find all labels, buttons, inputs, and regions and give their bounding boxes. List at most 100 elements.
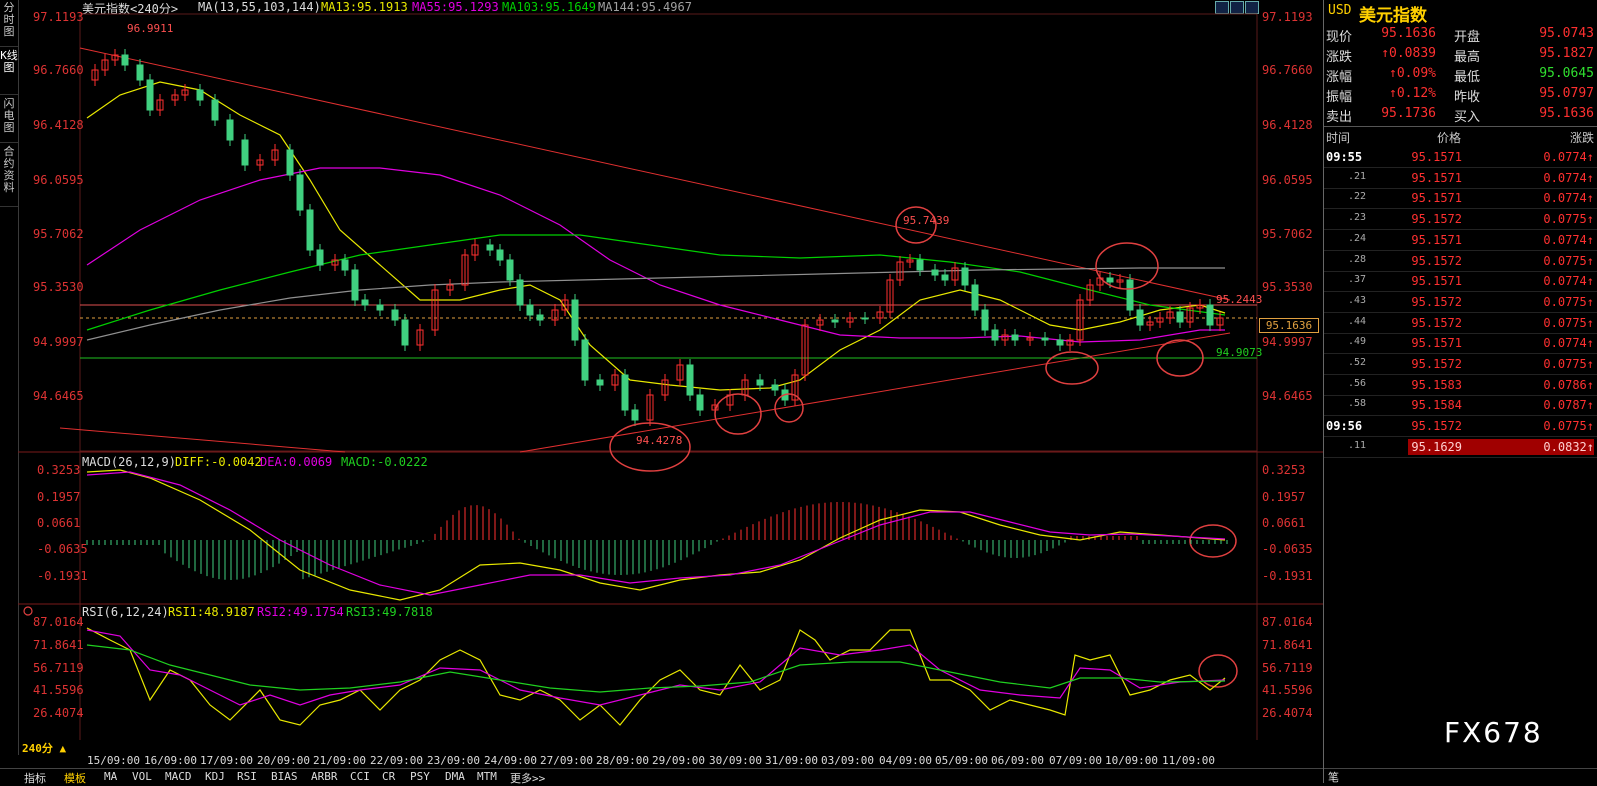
rsi1-value: RSI1:48.9187 — [168, 605, 255, 619]
tick-cell: 0.0774↑ — [1543, 232, 1594, 247]
tick-cell: 0.0774↑ — [1543, 170, 1594, 185]
indicator-tab[interactable]: MACD — [165, 770, 192, 783]
price-axis-label-right: 95.3530 — [1262, 280, 1313, 294]
price-axis-label-left: 94.9997 — [33, 335, 84, 349]
indicator-tab[interactable]: DMA — [445, 770, 465, 783]
date-label: 06/09:00 — [991, 754, 1044, 767]
candle-body — [581, 339, 589, 381]
macd-lines — [86, 469, 1226, 601]
price-axis-label-left: 97.1193 — [33, 10, 84, 24]
indicator-tab-bar: 指标 模板 MA VOL MACD KDJ RSI BIAS ARBR CCI CR PSY DMA MT… — [0, 768, 1323, 786]
date-label: 24/09:00 — [484, 754, 537, 767]
date-label: 30/09:00 — [709, 754, 762, 767]
rsi-axis-label-left: 71.8641 — [33, 638, 84, 652]
date-label: 07/09:00 — [1049, 754, 1102, 767]
quote-cell: 最低 — [1454, 70, 1481, 85]
quote-cell: 95.1636 — [1539, 106, 1594, 121]
macd-axis-label-left: 0.0661 — [37, 516, 81, 530]
quote-title: 美元指数 — [1359, 6, 1427, 26]
tick-cell: 95.1571 — [1411, 274, 1462, 289]
tick-header-price: 价格 — [1437, 131, 1462, 145]
quote-cell: 最高 — [1454, 50, 1481, 65]
candle-body — [961, 267, 969, 286]
macd-axis-label-left: -0.0635 — [37, 542, 88, 556]
downtrend-line — [79, 47, 1231, 301]
candle-body — [196, 89, 204, 101]
candle-body — [571, 299, 579, 341]
indicator-tab[interactable]: MA — [104, 770, 117, 783]
ma13-line — [86, 81, 1226, 391]
indicator-tab[interactable]: ARBR — [311, 770, 338, 783]
date-label: 11/09:00 — [1162, 754, 1215, 767]
indicator-tab[interactable]: RSI — [237, 770, 257, 783]
tab-kline[interactable]: K线图 — [0, 50, 18, 95]
macd-axis-label-left: 0.1957 — [37, 490, 81, 504]
tab-flash[interactable]: 闪电图 — [0, 98, 18, 143]
tick-cell: .23 — [1348, 212, 1367, 224]
quote-cell: 昨收 — [1454, 90, 1481, 105]
date-label: 15/09:00 — [87, 754, 140, 767]
quote-cell: 95.1636 — [1381, 26, 1436, 41]
tick-row: .21 95.1571 0.0774↑ — [1324, 169, 1597, 189]
candle-body — [1136, 309, 1144, 326]
candle-body — [1106, 277, 1114, 283]
date-label: 23/09:00 — [427, 754, 480, 767]
tick-row: .23 95.1572 0.0775↑ — [1324, 210, 1597, 231]
date-label: 31/09:00 — [765, 754, 818, 767]
tick-cell: 09:55 — [1326, 150, 1363, 164]
indicator-tab[interactable]: CCI — [350, 770, 370, 783]
price-axis-label-left: 95.3530 — [33, 280, 84, 294]
candle-body — [631, 409, 639, 421]
candle-body — [916, 259, 924, 271]
rsi3-value: RSI3:49.7818 — [346, 605, 433, 619]
indicator-tab[interactable]: MTM — [477, 770, 497, 783]
tick-row: .24 95.1571 0.0774↑ — [1324, 231, 1597, 251]
quote-row: 涨跌 ↑0.0839 最高 95.1827 — [1324, 46, 1597, 65]
candle-body — [931, 269, 939, 276]
candle-body — [496, 249, 504, 261]
tick-cell: .43 — [1348, 294, 1367, 306]
tick-cell: 95.1572 — [1411, 212, 1462, 227]
candle-body — [391, 309, 399, 321]
macd-diff: DIFF:-0.0042 — [175, 455, 262, 469]
tick-cell: 0.0774↑ — [1543, 150, 1594, 164]
indicator-tab[interactable]: KDJ — [205, 770, 225, 783]
rsi-lines — [86, 627, 1226, 726]
indicator-tab[interactable]: 模板 — [64, 770, 86, 786]
tab-contract-info[interactable]: 合约资料 — [0, 146, 18, 207]
date-label: 21/09:00 — [313, 754, 366, 767]
indicator-tab[interactable]: CR — [382, 770, 395, 783]
date-label: 04/09:00 — [879, 754, 932, 767]
rsi2-value: RSI2:49.1754 — [257, 605, 344, 619]
price-axis-label-right: 94.9997 — [1262, 335, 1313, 349]
tab-timeshare[interactable]: 分时图 — [0, 2, 18, 47]
candle-body — [1176, 311, 1184, 323]
quote-cell: 振幅 — [1326, 90, 1353, 105]
current-price-tag: 95.1636 — [1259, 318, 1319, 333]
indicator-tab[interactable]: 指标 — [24, 770, 46, 786]
indicator-tab[interactable]: VOL — [132, 770, 152, 783]
tick-cell: 0.0775↑ — [1543, 253, 1594, 268]
candle-body — [241, 139, 249, 166]
macd-params: MACD(26,12,9) — [82, 455, 176, 469]
period-selector[interactable]: 240分 ▲ — [22, 740, 66, 756]
price-axis-label-right: 96.4128 — [1262, 118, 1313, 132]
macd-axis-label-right: -0.0635 — [1262, 542, 1313, 556]
indicator-tab[interactable]: PSY — [410, 770, 430, 783]
indicator-tab[interactable]: BIAS — [271, 770, 298, 783]
tick-cell: .52 — [1348, 357, 1367, 368]
quote-cell: 卖出 — [1326, 110, 1353, 125]
indicator-tab[interactable]: 更多>> — [510, 770, 545, 786]
tick-row: 09:56 95.1572 0.0775↑ — [1324, 417, 1597, 438]
quote-cell: 95.0645 — [1539, 66, 1594, 81]
candle-body — [941, 274, 949, 281]
ma144-line — [86, 267, 1225, 341]
peak-annotation: 95.7439 — [903, 214, 950, 227]
rsi-axis-label-right: 41.5596 — [1262, 683, 1313, 697]
quote-cell: ↑0.09% — [1389, 66, 1436, 81]
date-label: 10/09:00 — [1105, 754, 1158, 767]
kline-chart-area[interactable] — [18, 0, 1323, 755]
candle-body — [696, 394, 704, 411]
tick-cell: 0.0832↑ — [1543, 439, 1594, 454]
quote-cell: ↑0.12% — [1389, 86, 1436, 101]
